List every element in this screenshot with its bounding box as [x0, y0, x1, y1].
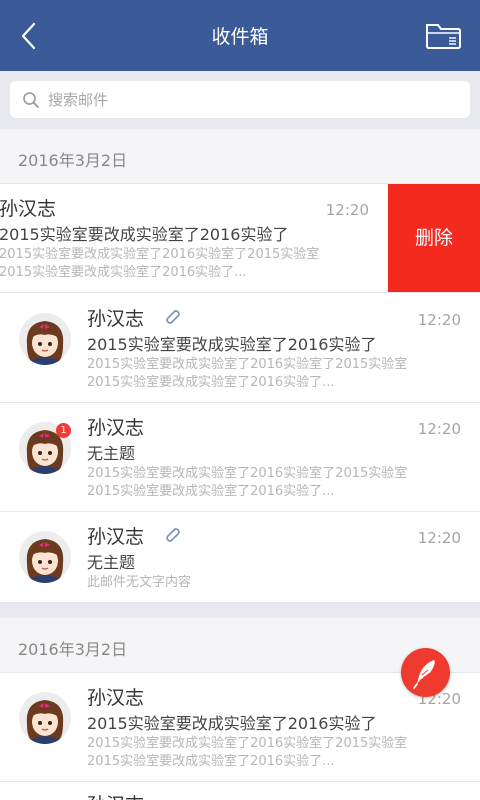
- page-title: 收件箱: [211, 26, 269, 48]
- preview-line: 2015实验室要改成实验室了2016实验了...: [87, 484, 335, 499]
- folder-button[interactable]: [420, 16, 466, 56]
- mail-time: 12:20: [417, 311, 461, 329]
- date-label: 2016年3月2日: [18, 640, 128, 659]
- mail-time: 12:20: [325, 201, 369, 219]
- paperclip-icon: [166, 310, 180, 324]
- sender-name: 孙汉志: [87, 790, 144, 800]
- mail-preview: 2015实验室要改成实验室了2016实验室了2015实验室 2015实验室要改成…: [87, 356, 432, 392]
- preview-line: 2015实验室要改成实验室了2016实验了...: [0, 265, 247, 280]
- mail-preview: 此邮件无文字内容: [87, 574, 432, 592]
- preview-line: 2015实验室要改成实验室了2016实验室了2015实验室: [87, 357, 408, 372]
- mail-row[interactable]: 孙汉志 12:20 2015实验室要改成实验室了2016实验了 2015实验室要…: [0, 294, 480, 403]
- preview-line: 2015实验室要改成实验室了2016实验室了2015实验室: [87, 736, 408, 751]
- date-label: 2016年3月2日: [18, 151, 128, 170]
- sender-name: 孙汉志: [87, 526, 145, 548]
- folder-icon: [426, 24, 461, 49]
- unread-badge: 1: [56, 423, 71, 438]
- mail-row[interactable]: 孙汉志 12:20 无主题 此邮件无文字内容: [0, 512, 480, 603]
- compose-button[interactable]: [401, 648, 450, 697]
- mail-row[interactable]: 1 孙汉志 12:20 无主题 2015实验室要改成实验室了2016实验室了20…: [0, 403, 480, 512]
- preview-line: 2015实验室要改成实验室了2016实验室了2015实验室: [0, 247, 320, 262]
- mail-time: 12:20: [417, 420, 461, 438]
- section-gap: [0, 603, 480, 617]
- avatar: [19, 313, 71, 365]
- search-box[interactable]: [10, 81, 470, 118]
- search-icon: [23, 92, 39, 108]
- paperclip-icon: [166, 528, 180, 542]
- mail-subject: 2015实验室要改成实验室了2016实验了: [0, 225, 289, 244]
- preview-line: 2015实验室要改成实验室了2016实验了...: [87, 754, 335, 769]
- avatar: [19, 692, 71, 744]
- mail-row-swiped[interactable]: 孙汉志 12:20 2015实验室要改成实验室了2016实验了 2015实验室要…: [0, 184, 480, 293]
- preview-line: 此邮件无文字内容: [87, 575, 192, 590]
- mail-subject: 无主题: [87, 553, 136, 572]
- mail-preview: 2015实验室要改成实验室了2016实验室了2015实验室 2015实验室要改成…: [0, 246, 339, 282]
- delete-button[interactable]: 删除: [388, 184, 480, 292]
- sender-name: 孙汉志: [87, 417, 145, 439]
- mail-subject: 无主题: [87, 444, 136, 463]
- sender-name: 孙汉志: [87, 687, 145, 709]
- app-header: 收件箱: [0, 0, 480, 71]
- mail-preview: 2015实验室要改成实验室了2016实验室了2015实验室 2015实验室要改成…: [87, 735, 432, 771]
- mail-time: 12:20: [417, 529, 461, 547]
- mail-preview: 2015实验室要改成实验室了2016实验室了2015实验室 2015实验室要改成…: [87, 465, 432, 501]
- search-input[interactable]: [48, 81, 458, 118]
- preview-line: 2015实验室要改成实验室了2016实验了...: [87, 375, 335, 390]
- search-bar-container: [0, 71, 480, 128]
- sender-name: 孙汉志: [0, 198, 57, 220]
- mail-subject: 2015实验室要改成实验室了2016实验了: [87, 714, 377, 733]
- mail-row[interactable]: 孙汉志: [0, 782, 480, 800]
- mail-subject: 2015实验室要改成实验室了2016实验了: [87, 335, 377, 354]
- avatar: [19, 531, 71, 583]
- feather-pen-icon: [413, 660, 435, 689]
- preview-line: 2015实验室要改成实验室了2016实验室了2015实验室: [87, 466, 408, 481]
- sender-name: 孙汉志: [87, 308, 145, 330]
- date-group-header: 2016年3月2日: [0, 128, 480, 184]
